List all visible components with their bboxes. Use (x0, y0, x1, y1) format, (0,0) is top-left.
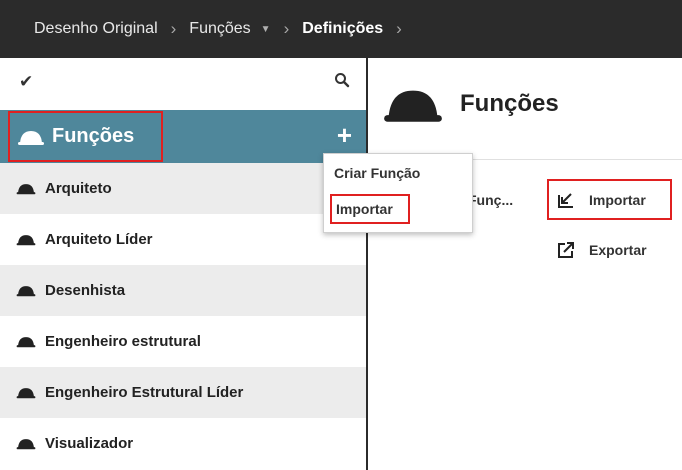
role-list: Arquiteto Arquiteto Líder Desenhista Eng… (0, 163, 366, 469)
breadcrumb-label: Funções (189, 20, 251, 37)
list-item[interactable]: Arquiteto Líder (0, 214, 366, 265)
list-item-label: Engenheiro estrutural (45, 333, 201, 350)
breadcrumb-item-desenho-original[interactable]: Desenho Original (34, 20, 158, 38)
list-item[interactable]: Arquiteto (0, 163, 366, 214)
truncated-label: Funç... (468, 192, 514, 208)
page-title: Funções (460, 90, 559, 117)
hard-hat-icon (16, 439, 36, 450)
hard-hat-icon (16, 286, 36, 297)
plus-icon[interactable]: + (337, 122, 352, 148)
menu-item-criar-funcao[interactable]: Criar Função (334, 165, 420, 181)
breadcrumb-item-definicoes[interactable]: Definições (302, 20, 383, 38)
import-label: Importar (589, 191, 646, 208)
search-icon[interactable] (334, 72, 350, 88)
hard-hat-icon (18, 130, 44, 145)
list-item-label: Visualizador (45, 435, 134, 452)
breadcrumb-label: Desenho Original (34, 20, 158, 37)
breadcrumb-label: Definições (302, 20, 384, 37)
export-label: Exportar (589, 242, 647, 258)
hard-hat-icon (16, 235, 36, 246)
add-dropdown-menu: Criar Função Importar (323, 153, 473, 233)
chevron-right-icon: › (396, 19, 402, 38)
sidebar-toolbar: ✔ (0, 58, 366, 110)
import-button[interactable]: Importar (547, 179, 672, 220)
sidebar-header-title: Funções (52, 125, 135, 147)
list-item[interactable]: Desenhista (0, 265, 366, 316)
export-button[interactable]: Exportar (557, 241, 647, 259)
menu-item-importar[interactable]: Importar (330, 194, 410, 224)
import-icon (558, 192, 573, 208)
caret-down-icon[interactable]: ▼ (261, 24, 271, 35)
sidebar-header-highlight[interactable]: Funções (8, 111, 163, 162)
sidebar: ✔ Funções + Arquiteto Arquiteto Líder De… (0, 58, 366, 470)
hard-hat-icon (16, 184, 36, 195)
chevron-right-icon: › (283, 19, 290, 38)
list-item[interactable]: Engenheiro Estrutural Líder (0, 367, 366, 418)
list-item[interactable]: Visualizador (0, 418, 366, 469)
main-panel: Funções Funç... Importar Exportar (368, 58, 682, 470)
list-item-label: Arquiteto Líder (45, 231, 153, 248)
hard-hat-icon (16, 388, 36, 399)
page-header: Funções (384, 84, 559, 124)
list-item-label: Desenhista (45, 282, 126, 299)
chevron-right-icon: › (170, 19, 177, 38)
sidebar-header: Funções + (0, 110, 366, 163)
hard-hat-icon (16, 337, 36, 348)
list-item-label: Arquiteto (45, 180, 112, 197)
export-icon (558, 242, 574, 258)
breadcrumb-item-funcoes[interactable]: Funções ▼ (189, 20, 270, 38)
list-item[interactable]: Engenheiro estrutural (0, 316, 366, 367)
list-item-label: Engenheiro Estrutural Líder (45, 384, 244, 401)
checkmark-icon[interactable]: ✔ (19, 72, 33, 92)
breadcrumb: Desenho Original › Funções ▼ › Definiçõe… (0, 0, 682, 58)
menu-item-label: Importar (336, 201, 393, 217)
hard-hat-icon (384, 90, 442, 122)
